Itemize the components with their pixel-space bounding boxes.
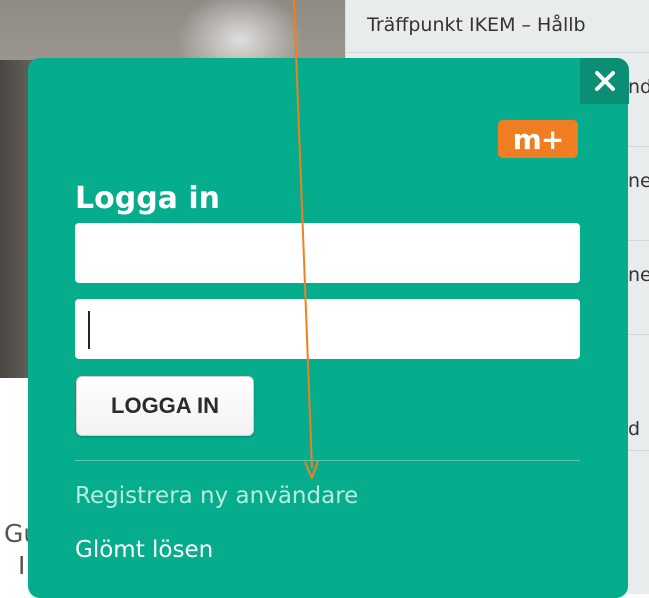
- background-sidebar-item[interactable]: d: [628, 418, 640, 440]
- text-caret: [88, 311, 90, 349]
- background-sidebar-item[interactable]: nd: [628, 76, 649, 98]
- forgot-password-link[interactable]: Glömt lösen: [75, 537, 213, 563]
- login-heading: Logga in: [75, 181, 221, 216]
- close-icon: [594, 71, 615, 91]
- background-sidebar-item[interactable]: ne: [628, 170, 649, 192]
- register-link[interactable]: Registrera ny användare: [75, 483, 358, 509]
- close-button[interactable]: [580, 58, 629, 104]
- brand-logo: m+: [498, 120, 578, 158]
- background-sidebar-item[interactable]: ne: [628, 264, 649, 286]
- background-sidebar-title: Träffpunkt IKEM – Hållb: [367, 14, 586, 36]
- login-button[interactable]: LOGGA IN: [76, 376, 254, 436]
- username-input[interactable]: [75, 223, 580, 283]
- password-input[interactable]: [75, 299, 580, 359]
- divider: [75, 460, 580, 461]
- background-sidebar-divider: [345, 52, 649, 53]
